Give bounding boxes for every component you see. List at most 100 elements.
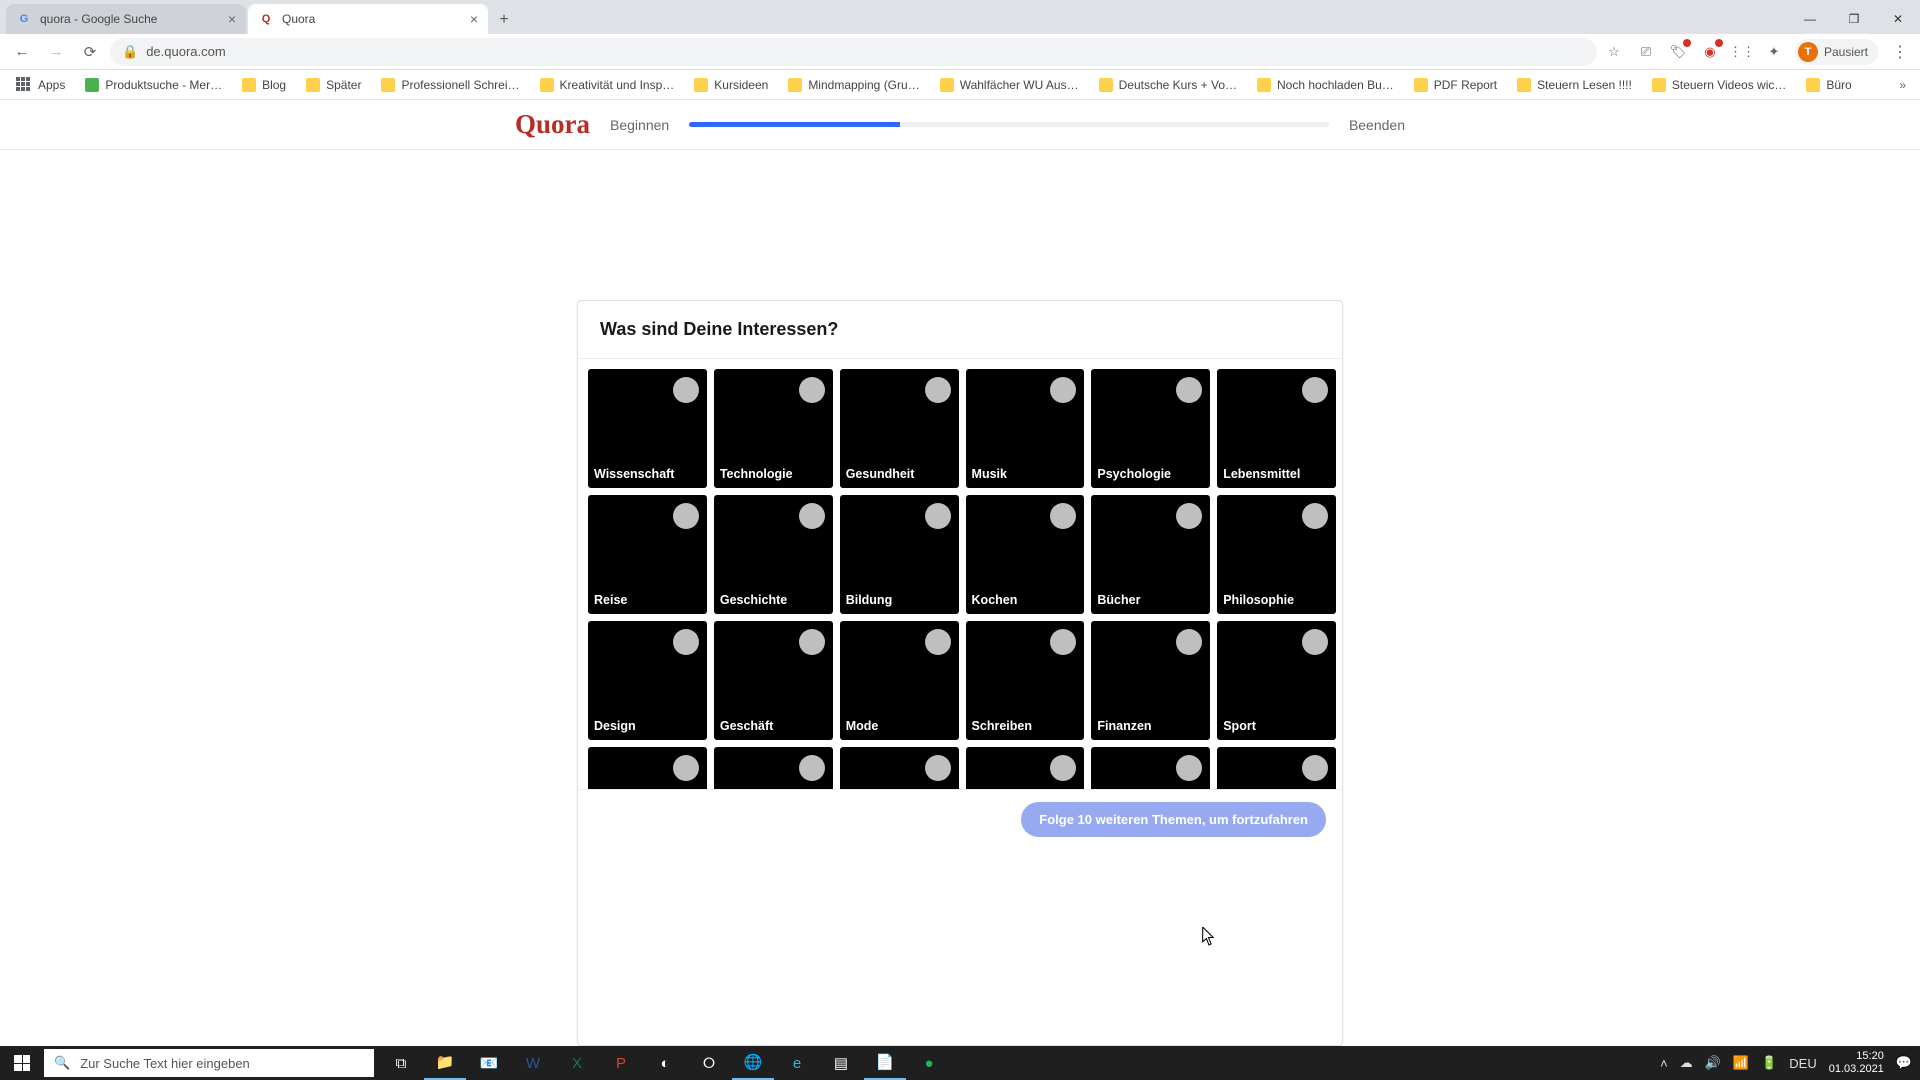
tab-google-search[interactable]: G quora - Google Suche ×: [6, 4, 246, 34]
quora-logo[interactable]: Quora: [515, 109, 590, 140]
topic-tile[interactable]: [840, 747, 959, 789]
bookmark-item[interactable]: Produktsuche - Mer…: [77, 78, 230, 92]
topic-tile[interactable]: Kochen: [966, 495, 1085, 614]
word-icon[interactable]: W: [512, 1046, 554, 1080]
bookmark-item[interactable]: Kreativität und Insp…: [532, 78, 683, 92]
powerpoint-icon[interactable]: P: [600, 1046, 642, 1080]
kebab-menu-icon[interactable]: ⋮: [1888, 42, 1912, 62]
bookmark-item[interactable]: PDF Report: [1406, 78, 1505, 92]
bookmarks-overflow-icon[interactable]: »: [1893, 78, 1912, 92]
topic-tile[interactable]: [588, 747, 707, 789]
bookmark-item[interactable]: Steuern Lesen !!!!: [1509, 78, 1640, 92]
topics-scroll[interactable]: Wissenschaft Technologie GesundheitMusikPs…: [578, 359, 1342, 789]
qr-icon[interactable]: ⎚: [1635, 41, 1657, 63]
topic-label: Sport: [1223, 719, 1330, 733]
chevron-up-icon[interactable]: ˄: [1660, 1056, 1668, 1071]
bookmark-item[interactable]: Kursideen: [686, 78, 776, 92]
topic-tile[interactable]: Geschäft: [714, 621, 833, 740]
topic-tile[interactable]: Schreiben: [966, 621, 1085, 740]
apps-shortcut[interactable]: Apps: [8, 77, 73, 93]
language-indicator[interactable]: DEU: [1789, 1056, 1816, 1071]
back-button[interactable]: ←: [8, 38, 36, 66]
clock[interactable]: 15:20 01.03.2021: [1829, 1050, 1884, 1075]
bookmark-label: PDF Report: [1434, 78, 1497, 92]
topics-grid: Wissenschaft Technologie GesundheitMusikPs…: [588, 369, 1336, 789]
topic-tile[interactable]: [966, 747, 1085, 789]
topic-tile[interactable]: [714, 747, 833, 789]
bookmark-item[interactable]: Deutsche Kurs + Vo…: [1091, 78, 1245, 92]
checkbox-circle-icon: [1176, 503, 1202, 529]
excel-icon[interactable]: X: [556, 1046, 598, 1080]
topic-tile[interactable]: Wissenschaft: [588, 369, 707, 488]
folder-icon: [1099, 78, 1113, 92]
spotify-icon[interactable]: ●: [908, 1046, 950, 1080]
reload-button[interactable]: ⟳: [76, 38, 104, 66]
topic-label: Geschäft: [720, 719, 827, 733]
topic-tile[interactable]: Design: [588, 621, 707, 740]
bookmark-item[interactable]: Später: [298, 78, 369, 92]
start-button[interactable]: [0, 1046, 44, 1080]
file-explorer-icon[interactable]: 📁: [424, 1046, 466, 1080]
bookmark-item[interactable]: Wahlfächer WU Aus…: [932, 78, 1087, 92]
topic-tile[interactable]: Lebensmittel: [1217, 369, 1336, 488]
close-window-icon[interactable]: ✕: [1876, 4, 1920, 34]
taskbar-search[interactable]: 🔍 Zur Suche Text hier eingeben: [44, 1049, 374, 1077]
bookmark-item[interactable]: Mindmapping (Gru…: [780, 78, 927, 92]
mail-icon[interactable]: 📧: [468, 1046, 510, 1080]
notepad-icon[interactable]: 📄: [864, 1046, 906, 1080]
bookmark-item[interactable]: Blog: [234, 78, 294, 92]
topic-tile[interactable]: Sport: [1217, 621, 1336, 740]
topic-tile[interactable]: Finanzen: [1091, 621, 1210, 740]
app-icon[interactable]: ▤: [820, 1046, 862, 1080]
bookmark-item[interactable]: Noch hochladen Bu…: [1249, 78, 1402, 92]
battery-icon[interactable]: 🔋: [1761, 1055, 1777, 1071]
bookmark-label: Steuern Lesen !!!!: [1537, 78, 1632, 92]
profile-chip[interactable]: T Pausiert: [1795, 39, 1878, 65]
topic-tile[interactable]: Mode: [840, 621, 959, 740]
forward-button[interactable]: →: [42, 38, 70, 66]
topic-tile[interactable]: Technologie: [714, 369, 833, 488]
topic-tile[interactable]: Geschichte: [714, 495, 833, 614]
topic-tile[interactable]: Reise: [588, 495, 707, 614]
topic-tile[interactable]: Psychologie: [1091, 369, 1210, 488]
bookmark-item[interactable]: Büro: [1798, 78, 1859, 92]
date-label: 01.03.2021: [1829, 1063, 1884, 1076]
bookmark-label: Professionell Schrei…: [401, 78, 519, 92]
topic-tile[interactable]: Musik: [966, 369, 1085, 488]
topic-label: Technologie: [720, 467, 827, 481]
bookmark-item[interactable]: Steuern Videos wic…: [1644, 78, 1795, 92]
extension-adblock-icon[interactable]: ◉: [1699, 41, 1721, 63]
star-icon[interactable]: ☆: [1603, 41, 1625, 63]
maximize-icon[interactable]: ❐: [1832, 4, 1876, 34]
checkbox-circle-icon: [925, 629, 951, 655]
minimize-icon[interactable]: ―: [1788, 4, 1832, 34]
volume-icon[interactable]: 🔊: [1705, 1055, 1721, 1071]
close-icon[interactable]: ×: [470, 11, 478, 27]
task-view-icon[interactable]: ⧉: [380, 1046, 422, 1080]
topic-tile[interactable]: [1091, 747, 1210, 789]
tab-quora[interactable]: Q Quora ×: [248, 4, 488, 34]
app-icon[interactable]: ◐: [644, 1046, 686, 1080]
notifications-icon[interactable]: 💬: [1896, 1055, 1912, 1071]
taskbar: 🔍 Zur Suche Text hier eingeben ⧉ 📁 📧 W X…: [0, 1046, 1920, 1080]
wifi-icon[interactable]: 📶: [1733, 1055, 1749, 1071]
bookmark-label: Deutsche Kurs + Vo…: [1119, 78, 1237, 92]
extensions-puzzle-icon[interactable]: ✦: [1763, 41, 1785, 63]
close-icon[interactable]: ×: [228, 11, 236, 27]
extension-grid-icon[interactable]: ⋮⋮: [1731, 41, 1753, 63]
extension-price-icon[interactable]: 🏷: [1667, 41, 1689, 63]
chrome-icon[interactable]: 🌐: [732, 1046, 774, 1080]
onedrive-icon[interactable]: ☁: [1680, 1055, 1693, 1071]
obs-icon[interactable]: ⭘: [688, 1046, 730, 1080]
topic-tile[interactable]: Philosophie: [1217, 495, 1336, 614]
topic-tile[interactable]: Bücher: [1091, 495, 1210, 614]
new-tab-button[interactable]: +: [490, 6, 518, 34]
topic-tile[interactable]: Gesundheit: [840, 369, 959, 488]
topic-tile[interactable]: [1217, 747, 1336, 789]
follow-topics-button[interactable]: Folge 10 weiteren Themen, um fortzufahre…: [1021, 802, 1326, 837]
topic-tile[interactable]: Bildung: [840, 495, 959, 614]
end-link[interactable]: Beenden: [1349, 117, 1405, 133]
bookmark-item[interactable]: Professionell Schrei…: [373, 78, 527, 92]
address-bar[interactable]: 🔒 de.quora.com: [110, 38, 1597, 66]
edge-icon[interactable]: e: [776, 1046, 818, 1080]
